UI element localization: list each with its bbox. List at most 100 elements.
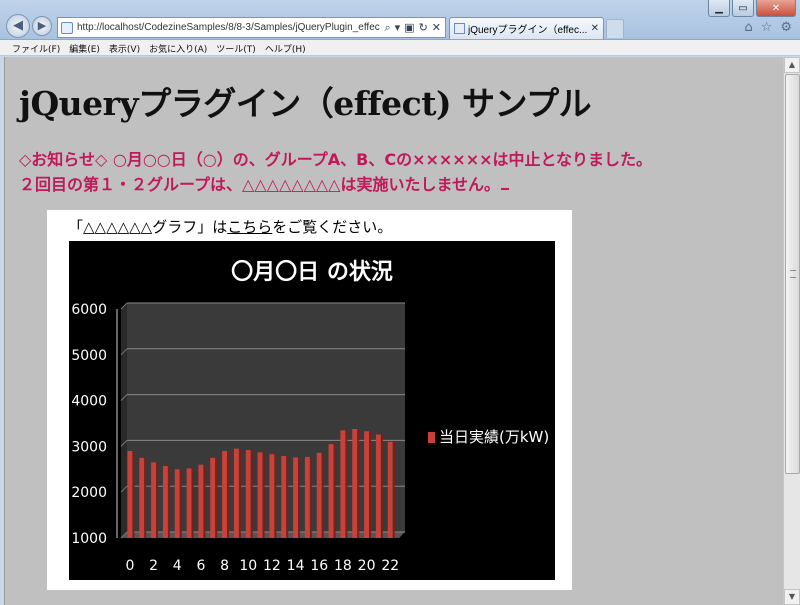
graph-link[interactable]: こちら bbox=[227, 218, 272, 236]
vertical-scrollbar[interactable]: ▲ ▼ bbox=[783, 57, 800, 605]
notice-line-2-text: ２回目の第１・２グループは、△△△△△△△△は実施いたしません。 bbox=[19, 175, 500, 194]
chart-bar bbox=[340, 430, 346, 538]
menu-bar: ファイル(F) 編集(E) 表示(V) お気に入り(A) ツール(T) ヘルプ(… bbox=[0, 40, 800, 56]
y-tick-label: 5000 bbox=[71, 348, 107, 364]
caption-prefix: 「△△△△△△グラフ」は bbox=[68, 218, 228, 236]
notice-line-2: ２回目の第１・２グループは、△△△△△△△△は実施いたしません。 bbox=[19, 172, 652, 197]
x-tick-label: 14 bbox=[287, 558, 305, 574]
favorites-star-icon[interactable]: ☆ bbox=[761, 20, 773, 35]
tab-active[interactable]: jQueryプラグイン（effec... ✕ bbox=[449, 17, 604, 39]
text-cursor bbox=[501, 188, 509, 190]
chart-bar bbox=[233, 448, 239, 538]
menu-view[interactable]: 表示(V) bbox=[105, 40, 145, 55]
page-favicon-icon bbox=[61, 21, 73, 34]
close-button[interactable]: ✕ bbox=[756, 0, 796, 17]
chart-bar bbox=[245, 450, 251, 538]
caption-suffix: をご覧ください。 bbox=[272, 218, 393, 236]
x-tick-label: 16 bbox=[310, 558, 328, 574]
chart-bar bbox=[281, 456, 287, 538]
y-tick-label: 1000 bbox=[71, 531, 107, 547]
chart-bar bbox=[352, 428, 358, 538]
chart-bar bbox=[328, 444, 334, 538]
scroll-thumb[interactable] bbox=[785, 74, 800, 474]
legend-swatch bbox=[428, 432, 435, 443]
page-title: jQueryプラグイン（effect) サンプル bbox=[19, 84, 592, 123]
tab-label: jQueryプラグイン（effec... bbox=[468, 25, 588, 36]
notice-line-1: ◇お知らせ◇ ○月○○日（○）の、グループA、B、Cの××××××は中止となりま… bbox=[19, 150, 653, 169]
menu-help[interactable]: ヘルプ(H) bbox=[261, 40, 311, 55]
address-bar[interactable]: http://localhost/CodezineSamples/8/8-3/S… bbox=[57, 17, 446, 38]
back-button[interactable]: ◀ bbox=[6, 14, 30, 38]
chart-bar-shade bbox=[132, 450, 135, 538]
chart-bar bbox=[151, 462, 157, 538]
plot-side-wall bbox=[121, 303, 127, 538]
tab-close-icon[interactable]: ✕ bbox=[591, 23, 603, 34]
chart-bar-shade bbox=[156, 462, 159, 538]
chart-bar bbox=[222, 450, 228, 538]
chart-bar bbox=[364, 431, 370, 538]
menu-edit[interactable]: 編集(E) bbox=[65, 40, 105, 55]
stop-icon[interactable]: ✕ bbox=[432, 21, 441, 35]
chart-bar-shade bbox=[286, 456, 289, 538]
maximize-button[interactable]: ▭ bbox=[732, 0, 754, 17]
x-tick-label: 18 bbox=[334, 558, 352, 574]
menu-tools[interactable]: ツール(T) bbox=[212, 40, 261, 55]
chart-bar bbox=[293, 457, 299, 538]
chart-bar-shade bbox=[298, 457, 301, 538]
chart-bar-shade bbox=[274, 454, 277, 538]
chart-bar bbox=[198, 464, 204, 538]
chart-bar bbox=[257, 452, 263, 538]
address-tools: ⌕ ▾ ▣ ↻ ✕ bbox=[380, 21, 445, 35]
toolbar-right: ⌂ ☆ ⚙ bbox=[744, 20, 792, 35]
chart-bar bbox=[186, 468, 192, 538]
chart-bar bbox=[127, 450, 133, 538]
chart-bar-shade bbox=[357, 428, 360, 538]
chart-bar-shade bbox=[215, 457, 218, 538]
forward-button[interactable]: ▶ bbox=[32, 16, 52, 36]
chart-bar-shade bbox=[309, 456, 312, 538]
refresh-icon[interactable]: ↻ bbox=[419, 21, 428, 35]
scroll-down-icon[interactable]: ▼ bbox=[784, 589, 800, 605]
menu-file[interactable]: ファイル(F) bbox=[8, 40, 65, 55]
x-tick-label: 8 bbox=[220, 558, 229, 574]
y-tick-label: 3000 bbox=[71, 439, 107, 455]
chart-bar bbox=[174, 469, 180, 538]
gear-icon[interactable]: ⚙ bbox=[780, 20, 792, 35]
x-tick-label: 0 bbox=[125, 558, 134, 574]
menu-favorites[interactable]: お気に入り(A) bbox=[145, 40, 212, 55]
compat-view-icon[interactable]: ▣ bbox=[404, 21, 414, 35]
minimize-button[interactable]: ▁ bbox=[708, 0, 730, 17]
address-url[interactable]: http://localhost/CodezineSamples/8/8-3/S… bbox=[77, 22, 380, 33]
x-tick-label: 20 bbox=[358, 558, 376, 574]
chart-bar-shade bbox=[179, 469, 182, 538]
chart-bar bbox=[316, 452, 322, 538]
chart-bar-shade bbox=[345, 430, 348, 538]
chart-bar bbox=[162, 466, 168, 538]
chart-bar-shade bbox=[250, 450, 253, 538]
new-tab-button[interactable] bbox=[606, 19, 624, 38]
scroll-grip-icon bbox=[790, 270, 796, 278]
y-tick-label: 6000 bbox=[71, 302, 107, 318]
x-tick-label: 22 bbox=[381, 558, 399, 574]
chart-bar bbox=[387, 441, 393, 538]
chart-svg: 〇月〇日 の状況 1000 2000 3000 4000 5000 6000 0 2 4 6 8 10 1… bbox=[71, 260, 549, 574]
graph-panel: 「△△△△△△グラフ」はこちらをご覧ください。 〇月〇日 の状況 1000 2000… bbox=[47, 210, 572, 590]
search-icon[interactable]: ⌕ bbox=[384, 21, 390, 35]
chart-title: 〇月〇日 の状況 bbox=[231, 260, 393, 285]
y-tick-label: 2000 bbox=[71, 485, 107, 501]
scroll-up-icon[interactable]: ▲ bbox=[784, 57, 800, 73]
x-tick-label: 10 bbox=[239, 558, 257, 574]
x-tick-label: 12 bbox=[263, 558, 281, 574]
chart-bar-shade bbox=[321, 452, 324, 538]
x-tick-label: 4 bbox=[173, 558, 182, 574]
chart-bar-shade bbox=[238, 448, 241, 538]
chart-bar-shade bbox=[380, 434, 383, 538]
home-icon[interactable]: ⌂ bbox=[744, 20, 752, 35]
chart-bar-shade bbox=[333, 444, 336, 538]
window-controls: ▁ ▭ ✕ bbox=[708, 0, 796, 17]
graph-caption: 「△△△△△△グラフ」はこちらをご覧ください。 bbox=[68, 216, 392, 237]
power-chart: 〇月〇日 の状況 1000 2000 3000 4000 5000 6000 0 2 4 6 8 10 1… bbox=[69, 241, 555, 580]
chart-bar-shade bbox=[262, 452, 265, 538]
dropdown-icon[interactable]: ▾ bbox=[395, 21, 401, 35]
chart-bar bbox=[269, 454, 275, 538]
